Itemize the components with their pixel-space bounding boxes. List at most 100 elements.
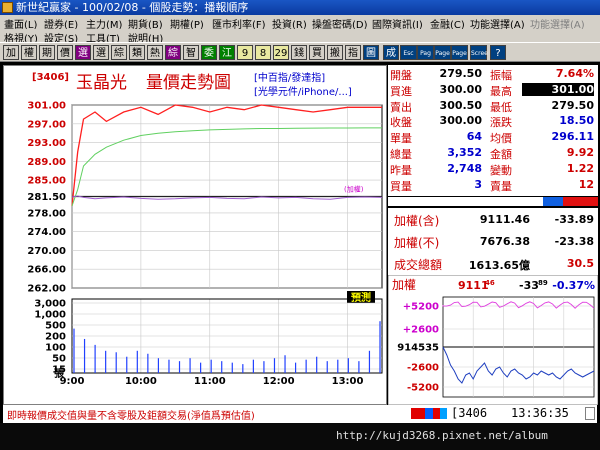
mini-chart-canvas: 加權 911146 -33 89 -0.37%+5200+2600914535-2600… <box>388 275 598 405</box>
toolbar-button-9[interactable]: 綜 <box>165 45 181 60</box>
quote-value: 300.00 <box>439 114 482 128</box>
toolbar-button-23[interactable]: Pag <box>417 45 434 60</box>
quote-value: 3,352 <box>447 146 482 159</box>
volume-tick-label: 50 <box>52 354 66 365</box>
index-label: 加權(含) <box>394 214 440 228</box>
mini-change-fraction: 89 <box>538 279 548 287</box>
quote-label: 振幅 <box>490 69 512 82</box>
toolbar-button-25[interactable]: Page <box>451 45 468 60</box>
time-tick-label: 12:00 <box>263 376 295 387</box>
window-title: 新世紀贏家 - 100/02/08 - 個股走勢：播報順序 <box>16 1 249 14</box>
toolbar-button-3[interactable]: 價 <box>57 45 73 60</box>
price-tick-label: 262.00 <box>27 284 66 295</box>
mini-pct: -0.37% <box>552 279 595 292</box>
toolbar-button-13[interactable]: 9 <box>237 45 253 60</box>
quote-value: 18.50 <box>559 114 594 128</box>
toolbar-button-26[interactable]: Scree <box>470 45 488 60</box>
index-value: 9111.46 <box>479 213 530 226</box>
toolbar-button-6[interactable]: 綜 <box>111 45 127 60</box>
toolbar-button-17[interactable]: 買 <box>309 45 325 60</box>
toolbar-button-27[interactable]: ? <box>490 45 506 60</box>
quote-label: 總量 <box>390 148 412 161</box>
price-tick-label: 270.00 <box>27 246 66 257</box>
time-tick-label: 11:00 <box>194 376 226 387</box>
toolbar-button-22[interactable]: Esc <box>400 45 417 60</box>
title-bar: 新世紀贏家 - 100/02/08 - 個股走勢：播報順序 <box>0 0 600 15</box>
mini-value-fraction: 46 <box>485 279 495 287</box>
bid-ask-strip <box>388 196 598 206</box>
mini-label: 加權 <box>392 278 416 292</box>
watermark-bar: http://kujd3268.pixnet.net/album <box>0 423 600 450</box>
toolbar-button-21[interactable]: 成 <box>383 45 399 60</box>
quote-value: 7.64% <box>555 67 594 80</box>
quote-value: 12 <box>578 177 594 191</box>
status-bar: 即時報價成交值與量不含零股及鉅額交易(淨值爲預估值) [3406 13:36:3… <box>3 405 597 423</box>
toolbar-button-24[interactable]: Page <box>434 45 451 60</box>
chart-canvas: 301.00 297.00 293.00 289.00 285.00 281.50 278.… <box>27 101 383 387</box>
index-ref-label: (加權) <box>344 185 364 194</box>
mini-tick-label: -2600 <box>407 363 439 374</box>
quote-panel: 開盤 279.50 振幅 7.64% 買進 300.00 最高 301.00 賣出 300.50 最… <box>388 65 598 275</box>
toolbar-button-19[interactable]: 指 <box>345 45 361 60</box>
toolbar-button-15[interactable]: 29 <box>273 45 289 60</box>
volume-tick-label: 200 <box>45 332 66 343</box>
quote-value: 64 <box>466 130 482 144</box>
volume-tick-label: 500 <box>45 321 66 332</box>
quote-value: 300.00 <box>439 82 482 96</box>
price-tick-label: 293.00 <box>27 138 66 149</box>
time-tick-label: 13:00 <box>332 376 364 387</box>
quote-value: 279.50 <box>439 67 482 80</box>
mini-tick-label: +5200 <box>403 302 439 313</box>
resize-grip[interactable] <box>585 407 595 420</box>
price-tick-label: 301.00 <box>27 101 66 112</box>
volume-tick-label: 100 <box>45 343 66 354</box>
price-tick-label: 281.50 <box>27 192 66 203</box>
watermark-url: http://kujd3268.pixnet.net/album <box>336 429 548 442</box>
mini-tick-label: +2600 <box>403 325 439 336</box>
toolbar-button-4[interactable]: 選 <box>75 45 91 60</box>
price-line <box>71 104 382 206</box>
price-tick-label: 285.00 <box>27 176 66 187</box>
quote-value: 2,748 <box>447 161 482 175</box>
index-change: -33.89 <box>554 213 594 226</box>
volume-unit-label: 張 <box>54 368 65 380</box>
toolbar-button-12[interactable]: 江 <box>219 45 235 60</box>
toolbar-button-18[interactable]: 搬 <box>327 45 343 60</box>
price-volume-chart: [3406] 玉晶光 量價走勢圖 [中百指/發達指] [光學元件/iPhone/… <box>3 65 387 405</box>
toolbar: 加權期價選選綜類熱綜智委江 9 8 29 錢買搬指圖成 Esc Pag Page Page Scr… <box>0 42 600 62</box>
quote-label: 賣量 <box>490 179 512 193</box>
index-mini-chart: 加權 9111 46 -33 89 -0.37% +5200 +2600 914535 -2600… <box>388 275 598 405</box>
price-tick-label: 297.00 <box>27 119 66 130</box>
toolbar-button-5[interactable]: 選 <box>93 45 109 60</box>
quote-value: 9.92 <box>566 146 594 159</box>
status-code: [3406 <box>451 406 488 420</box>
status-time: 13:36:35 <box>511 406 569 420</box>
index-label: 成交總額 <box>394 258 443 272</box>
price-tick-label: 289.00 <box>27 157 66 168</box>
toolbar-button-11[interactable]: 委 <box>201 45 217 60</box>
mini-change: -33 <box>519 279 539 292</box>
price-tick-label: 274.00 <box>27 227 66 238</box>
quote-value: 279.50 <box>551 98 594 112</box>
toolbar-button-0[interactable]: 加 <box>3 45 19 60</box>
quote-value: 301.00 <box>522 82 594 96</box>
quote-label: 昨量 <box>390 163 412 177</box>
toolbar-button-20[interactable]: 圖 <box>363 45 379 60</box>
toolbar-button-1[interactable]: 權 <box>21 45 37 60</box>
toolbar-button-2[interactable]: 期 <box>39 45 55 60</box>
quote-label: 金額 <box>490 148 512 161</box>
index-summary: 加權(含) 9111.46 -33.89 加權(不) 7676.38 -23.38 成交總額… <box>388 206 598 275</box>
quote-label: 最低 <box>490 100 512 114</box>
toolbar-button-10[interactable]: 智 <box>183 45 199 60</box>
quote-value: 300.50 <box>439 98 482 112</box>
toolbar-button-7[interactable]: 類 <box>129 45 145 60</box>
volume-tick-label: 3,000 <box>34 299 66 310</box>
toolbar-button-14[interactable]: 8 <box>255 45 271 60</box>
toolbar-button-8[interactable]: 熱 <box>147 45 163 60</box>
quote-label: 漲跌 <box>490 116 512 130</box>
quote-label: 最高 <box>490 84 512 98</box>
quote-label: 開盤 <box>390 69 412 82</box>
toolbar-button-16[interactable]: 錢 <box>291 45 307 60</box>
quote-label: 賣出 <box>390 100 412 114</box>
quote-label: 收盤 <box>390 116 412 130</box>
